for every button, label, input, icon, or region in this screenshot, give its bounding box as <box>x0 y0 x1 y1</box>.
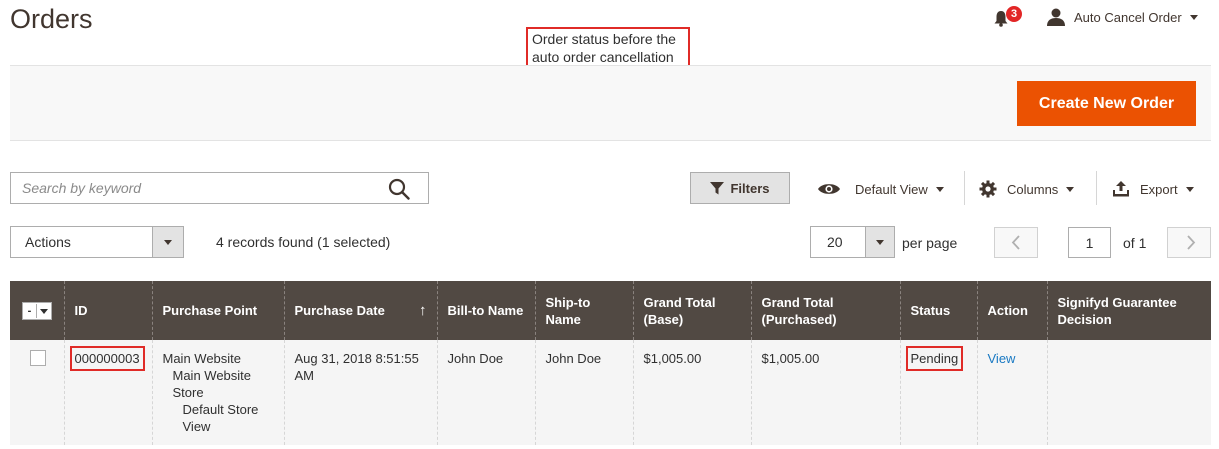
purchase-point-website: Main Website <box>162 351 242 366</box>
mass-select-checkbox[interactable]: - <box>23 304 36 318</box>
search-box <box>10 172 429 204</box>
mass-actions-select[interactable]: Actions <box>10 226 184 258</box>
orders-grid: - ID Purchase Point Purchase Date ↑ Bill… <box>10 281 1211 445</box>
chevron-down-icon <box>40 309 48 314</box>
cell-purchase-date: Aug 31, 2018 8:51:55 AM <box>283 340 437 445</box>
chevron-down-icon <box>1189 14 1198 20</box>
records-found-text: 4 records found (1 selected) <box>216 234 391 250</box>
column-header-ship-to-name[interactable]: Ship-to Name <box>534 281 633 340</box>
view-label: Default View <box>855 181 928 197</box>
annotation-line-2: auto order cancellation <box>532 49 674 65</box>
mass-select-header[interactable]: - <box>10 281 64 340</box>
mass-actions-label: Actions <box>25 234 71 250</box>
toolbar-divider <box>1096 171 1097 205</box>
table-header-row: - ID Purchase Point Purchase Date ↑ Bill… <box>10 281 1211 340</box>
purchase-point-store-view: Default Store View <box>182 402 259 434</box>
export-icon <box>1113 181 1129 197</box>
cell-status: Pending <box>899 340 977 445</box>
cell-grand-total-purchased: $1,005.00 <box>750 340 900 445</box>
column-header-purchase-date-label: Purchase Date <box>294 303 385 318</box>
cell-action: View <box>976 340 1047 445</box>
per-page-select[interactable]: 20 <box>810 226 895 258</box>
cell-signifyd <box>1046 340 1211 445</box>
user-name: Auto Cancel Order <box>1074 9 1182 25</box>
column-header-grand-total-purchased[interactable]: Grand Total (Purchased) <box>750 281 900 340</box>
notifications-button[interactable]: 3 <box>991 6 1022 30</box>
annotation-callout: Order status before the auto order cance… <box>526 27 690 67</box>
chevron-left-icon <box>1011 235 1020 250</box>
total-pages-text: of 1 <box>1123 235 1147 251</box>
search-input[interactable] <box>11 173 403 203</box>
table-row: 000000003 Main Website Main Website Stor… <box>10 340 1211 445</box>
create-new-order-button[interactable]: Create New Order <box>1017 81 1196 126</box>
filters-label: Filters <box>730 180 770 196</box>
per-page-label: per page <box>902 235 958 251</box>
order-status: Pending <box>905 346 964 371</box>
column-header-purchase-point[interactable]: Purchase Point <box>151 281 284 340</box>
row-checkbox[interactable] <box>30 350 46 366</box>
eye-icon <box>818 184 840 194</box>
column-header-action: Action <box>976 281 1047 340</box>
sort-ascending-icon: ↑ <box>419 302 427 319</box>
mass-select-control[interactable]: - <box>22 302 52 320</box>
user-icon <box>1047 8 1065 26</box>
cell-purchase-point: Main Website Main Website Store Default … <box>151 340 284 445</box>
columns-button[interactable]: Columns <box>979 178 1075 200</box>
column-header-status[interactable]: Status <box>899 281 977 340</box>
cell-id: 000000003 <box>63 340 152 445</box>
export-label: Export <box>1140 181 1178 197</box>
mass-select-dropdown[interactable] <box>36 304 51 318</box>
purchase-point-store: Main Website Store <box>172 368 252 400</box>
cell-bill-to-name: John Doe <box>436 340 535 445</box>
chevron-down-icon <box>935 186 944 192</box>
column-header-bill-to-name[interactable]: Bill-to Name <box>436 281 535 340</box>
notification-count-badge: 3 <box>1006 6 1022 22</box>
per-page-toggle[interactable] <box>865 227 894 257</box>
export-button[interactable]: Export <box>1112 178 1194 200</box>
chevron-down-icon <box>1066 186 1075 192</box>
per-page-value: 20 <box>827 234 843 250</box>
chevron-right-icon <box>1187 235 1196 250</box>
chevron-down-icon <box>1185 186 1194 192</box>
chevron-down-icon <box>164 240 172 245</box>
annotation-line-1: Order status before the <box>532 31 676 47</box>
column-header-signifyd[interactable]: Signifyd Guarantee Decision <box>1046 281 1211 340</box>
toolbar-divider <box>964 171 965 205</box>
view-order-link[interactable]: View <box>988 351 1016 366</box>
row-select-cell <box>10 340 64 445</box>
cell-grand-total-base: $1,005.00 <box>632 340 751 445</box>
page-title: Orders <box>10 4 93 34</box>
column-header-purchase-date[interactable]: Purchase Date ↑ <box>283 281 437 340</box>
filters-button[interactable]: Filters <box>690 172 790 204</box>
chevron-down-icon <box>876 240 884 245</box>
page-number-input[interactable] <box>1068 227 1111 258</box>
order-id: 000000003 <box>69 346 145 371</box>
cell-ship-to-name: John Doe <box>534 340 633 445</box>
column-header-grand-total-base[interactable]: Grand Total (Base) <box>632 281 751 340</box>
column-header-id[interactable]: ID <box>63 281 152 340</box>
previous-page-button[interactable] <box>994 227 1038 258</box>
filter-icon <box>710 181 725 194</box>
search-icon[interactable] <box>388 178 410 200</box>
mass-actions-toggle[interactable] <box>152 227 183 257</box>
view-switcher[interactable]: Default View <box>817 178 944 200</box>
gear-icon <box>979 180 997 198</box>
next-page-button[interactable] <box>1167 227 1211 258</box>
user-menu[interactable]: Auto Cancel Order <box>1046 6 1198 28</box>
columns-label: Columns <box>1007 181 1059 197</box>
